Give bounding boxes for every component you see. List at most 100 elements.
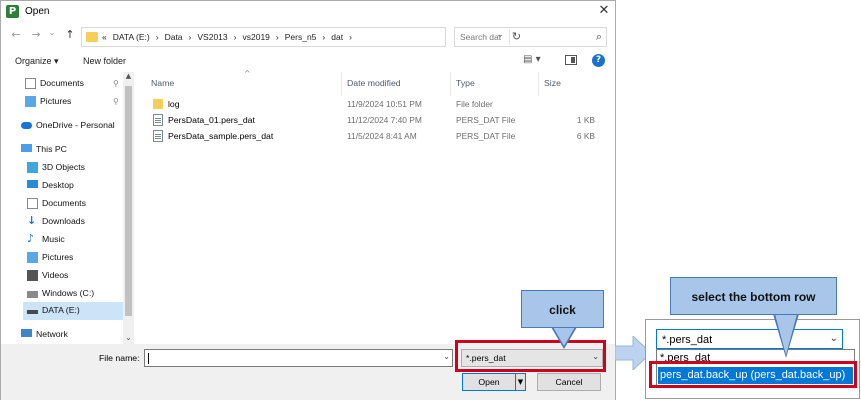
column-header-type[interactable]: Type <box>456 78 475 88</box>
breadcrumb-separator[interactable]: › <box>156 32 159 42</box>
sidebar-item-label: Pictures <box>40 96 72 106</box>
new-folder-button[interactable]: New folder <box>83 56 126 66</box>
sidebar-item-label: Windows (C:) <box>42 288 95 298</box>
address-bar[interactable]: « DATA (E:) › Data › VS2013 › vs2019 › Pers_n5 › da… <box>81 27 521 47</box>
breadcrumb: « DATA (E:) › Data › VS2013 › vs2019 › Pers_n5 › da… <box>102 32 358 42</box>
search-input[interactable]: Search dat ⌕ <box>454 27 607 47</box>
file-name-label: File name: <box>99 353 140 363</box>
column-header-name[interactable]: Name <box>151 78 174 88</box>
open-button[interactable]: Open ▼ <box>462 373 526 391</box>
breadcrumb-item-pers-n5[interactable]: Pers_n5 <box>285 32 317 42</box>
app-logo-icon: P <box>6 5 19 18</box>
onedrive-icon <box>21 122 32 129</box>
scrollbar-thumb[interactable] <box>125 86 132 316</box>
sidebar-item-documents[interactable]: Documents <box>27 196 123 212</box>
sidebar-item-downloads[interactable]: ↓ Downloads <box>27 214 123 230</box>
sidebar-item-windows-c[interactable]: Windows (C:) <box>27 286 123 302</box>
breadcrumb-overflow[interactable]: « <box>102 32 107 42</box>
sidebar-item-network[interactable]: Network <box>21 327 123 343</box>
open-button-label: Open <box>478 377 500 387</box>
file-size: 1 KB <box>576 115 595 125</box>
breadcrumb-item-data-e[interactable]: DATA (E:) <box>113 32 150 42</box>
search-icon: ⌕ <box>595 30 602 43</box>
folder-icon <box>86 32 98 42</box>
breadcrumb-separator[interactable]: › <box>276 32 279 42</box>
recent-locations-icon[interactable]: ⌄ <box>44 28 60 44</box>
file-name-input[interactable]: ⌄ <box>144 349 453 367</box>
zoomed-select-value: *.pers_dat <box>662 334 713 346</box>
list-item[interactable]: PersData_sample.pers_dat 11/5/2024 8:41 … <box>149 128 604 144</box>
sidebar-item-data-e[interactable]: DATA (E:) <box>23 302 123 320</box>
help-icon[interactable]: ? <box>592 54 605 67</box>
breadcrumb-item-data[interactable]: Data <box>165 32 183 42</box>
file-name: log <box>168 99 180 109</box>
3d-objects-icon <box>27 162 38 173</box>
chevron-down-icon[interactable]: ⌄ <box>443 352 450 361</box>
list-item[interactable]: PersData_01.pers_dat 11/12/2024 7:40 PM … <box>149 112 604 128</box>
split-dropdown-icon[interactable]: ▼ <box>515 374 525 390</box>
sidebar-item-label: OneDrive - Personal <box>36 120 115 130</box>
chevron-down-icon[interactable]: ⌄ <box>124 333 133 343</box>
pin-icon: ⚲ <box>113 79 119 88</box>
sidebar-item-pictures[interactable]: Pictures <box>27 250 123 266</box>
callout-pointer <box>553 327 575 346</box>
list-item[interactable]: log 11/9/2024 10:51 PM File folder <box>149 96 604 112</box>
drive-icon <box>27 291 38 298</box>
column-divider[interactable] <box>450 72 451 96</box>
breadcrumb-separator[interactable]: › <box>349 32 352 42</box>
callout-click: click <box>521 290 604 328</box>
sidebar-item-videos[interactable]: Videos <box>27 268 123 284</box>
sidebar-item-this-pc[interactable]: This PC <box>21 142 123 158</box>
music-icon: ♪ <box>27 232 35 245</box>
organize-button[interactable]: Organize ▾ <box>15 56 59 67</box>
pin-icon: ⚲ <box>113 97 119 106</box>
cancel-button[interactable]: Cancel <box>537 373 601 391</box>
file-date: 11/5/2024 8:41 AM <box>347 131 417 141</box>
breadcrumb-separator[interactable]: › <box>322 32 325 42</box>
breadcrumb-separator[interactable]: › <box>234 32 237 42</box>
file-type: PERS_DAT File <box>456 115 516 125</box>
sidebar-item-documents-pinned[interactable]: Documents ⚲ <box>25 76 123 92</box>
column-header-size[interactable]: Size <box>544 78 561 88</box>
sidebar-item-onedrive[interactable]: OneDrive - Personal <box>21 118 123 134</box>
navigation-pane: Documents ⚲ Pictures ⚲ OneDrive - Person… <box>1 72 135 344</box>
drive-icon <box>27 310 38 314</box>
sidebar-item-label: Downloads <box>42 216 85 226</box>
network-icon <box>21 329 32 337</box>
zoomed-file-type-select[interactable]: *.pers_dat ⌄ <box>656 329 843 349</box>
title-bar: P Open ✕ <box>1 1 615 23</box>
sidebar-item-label: Videos <box>42 270 69 280</box>
close-icon[interactable]: ✕ <box>596 3 612 19</box>
sidebar-scrollbar[interactable]: ▲ ⌄ <box>123 72 134 344</box>
chevron-down-icon[interactable]: ⌄ <box>830 333 838 344</box>
breadcrumb-item-vs2013[interactable]: VS2013 <box>197 32 227 42</box>
forward-arrow-icon[interactable]: → <box>28 28 44 44</box>
scroll-up-icon[interactable]: ▲ <box>124 72 133 82</box>
sidebar-item-label: Documents <box>42 198 86 208</box>
sidebar-item-label: This PC <box>36 144 67 154</box>
callout-pointer <box>775 314 797 355</box>
pictures-icon <box>27 252 38 263</box>
highlight-file-type <box>455 340 606 372</box>
documents-icon <box>27 198 38 209</box>
sort-ascending-icon: ^ <box>244 69 251 78</box>
view-options-icon[interactable]: ▤ ▾ <box>523 54 541 65</box>
pictures-icon <box>25 96 36 107</box>
file-name: PersData_sample.pers_dat <box>168 131 274 141</box>
column-divider[interactable] <box>341 72 342 96</box>
column-header-date[interactable]: Date modified <box>347 78 401 88</box>
sidebar-item-pictures-pinned[interactable]: Pictures ⚲ <box>25 94 123 110</box>
up-arrow-icon[interactable]: ↑ <box>62 28 78 44</box>
navigation-row: ← → ⌄ ↑ « DATA (E:) › Data › VS2013 › vs2019 › Pe… <box>1 26 615 48</box>
callout-select-bottom-row: select the bottom row <box>670 277 837 315</box>
sidebar-item-3d-objects[interactable]: 3D Objects <box>27 160 123 176</box>
highlight-bottom-row <box>649 361 857 388</box>
sidebar-item-music[interactable]: ♪ Music <box>27 232 123 248</box>
breadcrumb-item-vs2019[interactable]: vs2019 <box>242 32 269 42</box>
breadcrumb-item-dat[interactable]: dat <box>331 32 343 42</box>
sidebar-item-desktop[interactable]: Desktop <box>27 178 123 194</box>
preview-pane-icon[interactable] <box>565 55 577 65</box>
breadcrumb-separator[interactable]: › <box>189 32 192 42</box>
column-divider[interactable] <box>538 72 539 96</box>
back-arrow-icon[interactable]: ← <box>8 28 24 44</box>
